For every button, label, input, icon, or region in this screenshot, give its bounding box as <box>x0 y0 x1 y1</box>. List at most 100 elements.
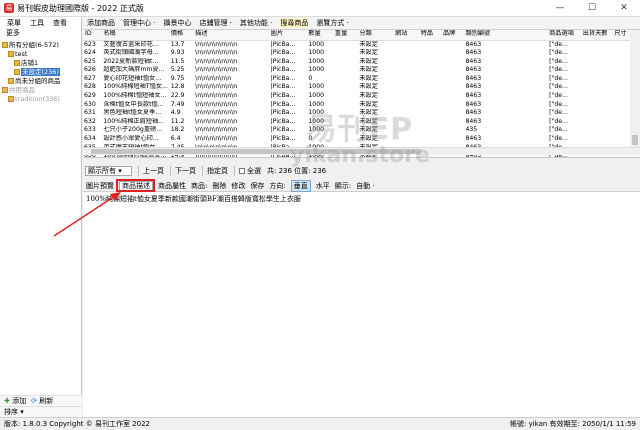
toolbar-item[interactable]: 店鋪管理 · <box>199 18 231 28</box>
table-row[interactable]: 629 100%純棉t恤短袖女... 22.9 \n\n\n\n\n\n\n |PicB… <box>83 92 640 101</box>
tree-node[interactable]: 未設定(236) <box>2 68 81 77</box>
menu-item-menu[interactable]: 菜單 <box>7 18 21 28</box>
description-text[interactable]: 100%純棉短袖t恤女夏季新款國潮街頭BF潮百搭韓版寬松學生上衣服 <box>86 194 301 204</box>
sort-button[interactable]: 排序 ▾ <box>4 407 24 417</box>
table-cell: 7.49 <box>170 100 185 108</box>
column-header[interactable]: 描述 <box>193 30 269 41</box>
folder-icon <box>8 51 14 57</box>
filter-select[interactable]: 顯示所有 ▾ <box>85 166 132 176</box>
toolbar-item[interactable]: 搜尋商品 <box>280 18 309 28</box>
toolbar-item[interactable]: 添加商品 <box>87 18 115 28</box>
table-row[interactable]: 628 100%純棉短袖T恤女... 12.8 \n\n\n\n\n\n\n |PicB… <box>83 83 640 92</box>
tree-node[interactable]: 店铺1 <box>2 59 81 68</box>
table-cell: 8463 <box>465 100 482 108</box>
column-header[interactable]: ID <box>83 30 102 41</box>
tab-bar-item[interactable]: 自動 · <box>356 181 374 191</box>
tab-bar-item[interactable]: 圖片預覽 <box>86 181 114 191</box>
column-header[interactable]: 重量 <box>332 30 358 41</box>
tab-bar-item[interactable]: 保存 <box>250 181 264 191</box>
column-header[interactable]: 分類 <box>357 30 394 41</box>
goto-page-button[interactable]: 指定頁 <box>202 166 228 176</box>
column-header[interactable]: 價格 <box>168 30 194 41</box>
menu-item-tools[interactable]: 工具 <box>30 18 44 28</box>
add-group-button[interactable]: ✚ 添加 <box>4 396 26 406</box>
column-header[interactable]: 商品選項 <box>547 30 581 41</box>
table-cell: 未設定 <box>359 83 378 91</box>
menu-item-view[interactable]: 查看 <box>53 18 67 28</box>
table-cell: |PicBa... <box>270 100 296 108</box>
toolbar-item[interactable]: 瀏覽方式 · <box>316 18 348 28</box>
folder-icon <box>8 78 14 84</box>
prev-page-button[interactable]: 上一頁 <box>138 166 164 176</box>
table-cell: 8463 <box>465 83 482 91</box>
page-summary: 共: 236 位置: 236 <box>267 167 327 175</box>
table-cell <box>441 58 463 67</box>
tree-node[interactable]: tradition(336) <box>2 95 81 104</box>
table-cell: 8463 <box>465 74 482 82</box>
tree-node[interactable]: 共用商品 <box>2 86 81 95</box>
next-page-button[interactable]: 下一頁 <box>170 166 196 176</box>
column-header[interactable]: 數量 <box>306 30 333 41</box>
table-row[interactable]: 630 含棉t恤女中長款t恤... 7.49 \n\n\n\n\n\n\n |PicBa… <box>83 101 640 110</box>
tree-node[interactable]: 尚未分組的商品 <box>2 77 81 86</box>
tab-bar-label: 方向: <box>269 182 286 190</box>
description-panel[interactable]: 100%純棉短袖t恤女夏季新款國潮街頭BF潮百搭韓版寬松學生上衣服 <box>83 192 640 417</box>
tab-bar-item[interactable]: 垂直 <box>290 180 311 192</box>
column-header[interactable]: 類別編號 <box>463 30 548 41</box>
toolbar-item[interactable]: 其他功能 · <box>240 18 272 28</box>
table-cell <box>441 49 463 58</box>
tree-node[interactable]: test <box>2 50 81 59</box>
column-header[interactable]: 品牌 <box>441 30 464 41</box>
table-cell: 18.2 <box>170 126 185 134</box>
vertical-scrollbar[interactable] <box>630 30 640 147</box>
table-cell: ["de... <box>549 66 568 74</box>
tab-bar-item[interactable]: 刪除 <box>212 181 226 191</box>
table-cell <box>581 135 613 144</box>
tab-bar-item[interactable]: 商品屬性 <box>158 181 186 191</box>
table-cell <box>581 92 613 101</box>
app-logo-icon: 易 <box>4 3 14 13</box>
table-cell: \n\n\n\n\n\n\n <box>195 126 238 134</box>
tab-bar-item[interactable]: 修改 <box>231 181 245 191</box>
table-cell: 含棉t恤女中長款t恤... <box>103 100 164 108</box>
table-row[interactable]: 627 愛心印花短袖t恤女... 9.75 \n\n\n\n\n\n |PicBa...… <box>83 75 640 84</box>
table-cell: 未設定 <box>359 92 378 100</box>
select-all-checkbox[interactable]: 全選 <box>234 166 261 176</box>
close-button[interactable]: ✕ <box>608 0 640 17</box>
detail-tabs: 圖片預覽 商品描述 商品屬性 商品: 刪除 修改 保存 方向: 垂直 水平 顯示: 自動 · <box>83 180 640 192</box>
maximize-button[interactable]: ☐ <box>576 0 608 17</box>
table-cell: 未設定 <box>359 57 378 65</box>
table-cell: 8463 <box>465 92 482 100</box>
column-header[interactable]: 出貨天數 <box>580 30 613 41</box>
tree-node[interactable]: 所有分組(6-572) <box>2 41 81 50</box>
table-cell <box>333 75 357 84</box>
minimize-button[interactable]: — <box>544 0 576 17</box>
table-cell <box>393 101 419 110</box>
table-row[interactable]: 625 2022夏新款短袖t... 11.5 \n\n\n\n\n\n\n |PicBa… <box>83 58 640 67</box>
table-row[interactable]: 624 英式街頭國潮字母... 9.93 \n\n\n\n\n\n\n |PicBa..… <box>83 49 640 58</box>
table-cell: 5.25 <box>170 66 185 74</box>
table-cell <box>441 101 463 110</box>
table-cell: 8463 <box>465 117 482 125</box>
toolbar-item[interactable]: 管理中心 · <box>123 18 155 28</box>
refresh-button[interactable]: ⟳ 刷新 <box>31 396 53 406</box>
scroll-thumb[interactable] <box>632 135 638 145</box>
table-cell: 100%純棉短袖T恤女... <box>103 83 168 91</box>
table-cell <box>581 75 613 84</box>
more-menu[interactable]: 更多 <box>0 28 81 39</box>
column-header[interactable]: 圖片 <box>268 30 307 41</box>
table-cell: 未設定 <box>359 40 378 48</box>
toolbar-item[interactable]: 攝景中心 <box>163 18 191 28</box>
column-header[interactable]: 特品 <box>418 30 441 41</box>
table-row[interactable]: 623 文藝復古蓝采印花... 13.7 \n\n\n\n\n\n\n |PicBa..… <box>83 40 640 49</box>
table-cell: 愛心印花短袖t恤女... <box>103 74 162 82</box>
table-cell: 6.4 <box>170 135 181 143</box>
column-header[interactable]: 名稱 <box>101 30 169 41</box>
table-cell: 8463 <box>465 109 482 117</box>
table-row[interactable]: 626 超肥加大碼胖mm夏... 5.25 \n\n\n\n\n\n\n |PicBa.… <box>83 66 640 75</box>
table-cell: 9.93 <box>170 49 185 57</box>
column-header[interactable]: 網站 <box>393 30 419 41</box>
tab-bar-item[interactable]: 水平 <box>316 181 330 191</box>
table-cell: |PicBa... <box>270 83 296 91</box>
table-cell: ["de... <box>549 117 568 125</box>
